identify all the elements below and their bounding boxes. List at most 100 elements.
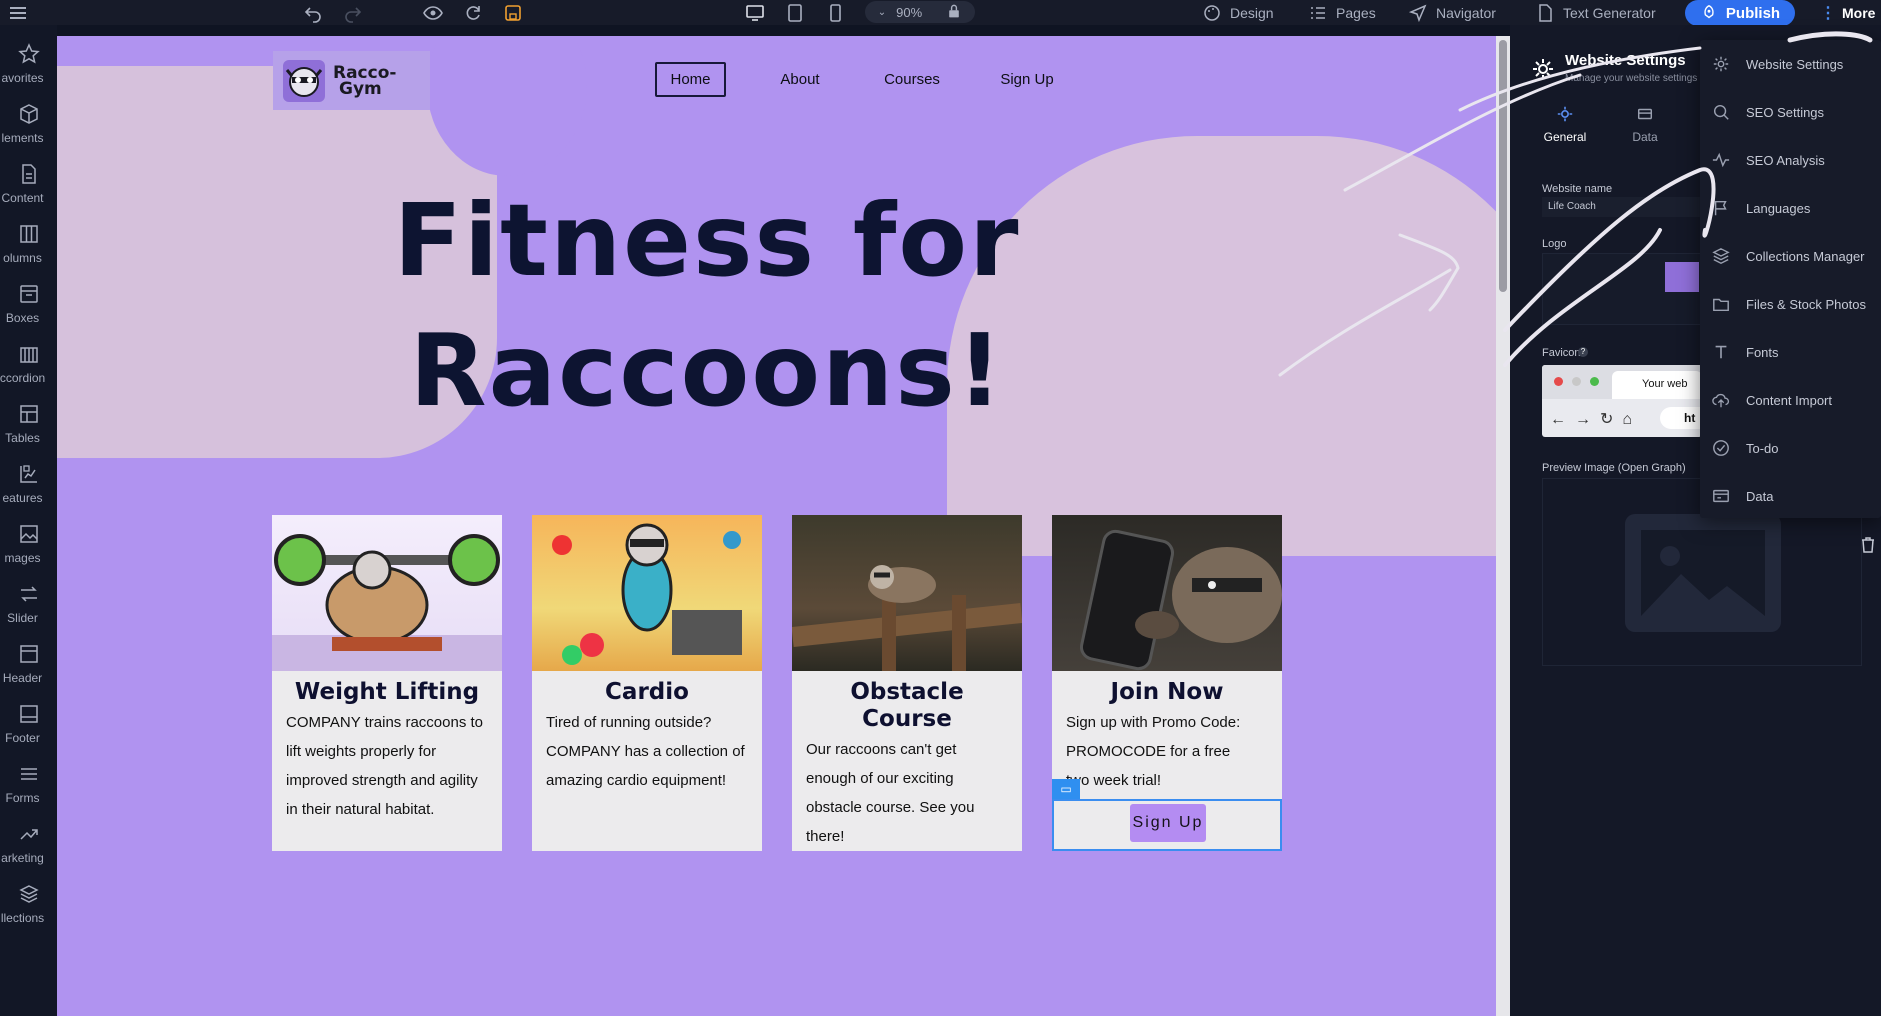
- sidebar-item-images[interactable]: mages: [0, 505, 57, 565]
- more-dropdown-menu: Website Settings SEO Settings SEO Analys…: [1700, 40, 1881, 518]
- card-title: Weight Lifting: [294, 679, 480, 705]
- layers-icon: [1712, 248, 1730, 264]
- menu-item-seo-analysis[interactable]: SEO Analysis: [1700, 136, 1881, 184]
- sidebar-item-label: Footer: [5, 731, 40, 745]
- card-title-line-1: Obstacle: [850, 679, 964, 705]
- help-icon[interactable]: ?: [1578, 347, 1588, 357]
- sidebar-item-label: eatures: [2, 491, 43, 505]
- sidebar-item-columns[interactable]: olumns: [0, 205, 57, 265]
- card-image: [792, 515, 1022, 671]
- sidebar-item-slider[interactable]: Slider: [0, 565, 57, 625]
- image-placeholder-icon: [1625, 514, 1781, 632]
- trend-icon: [19, 829, 38, 840]
- trash-icon[interactable]: [1861, 537, 1875, 553]
- website-name-input[interactable]: Life Coach: [1542, 197, 1702, 217]
- sidebar-item-favorites[interactable]: avorites: [0, 25, 57, 85]
- sidebar-item-header[interactable]: Header: [0, 625, 57, 685]
- table-icon: [19, 405, 38, 423]
- menu-item-languages[interactable]: Languages: [1700, 184, 1881, 232]
- raccoon-logo-icon: [283, 59, 325, 102]
- sign-up-button[interactable]: Sign Up: [1130, 804, 1206, 842]
- sidebar-item-marketing[interactable]: arketing: [0, 805, 57, 865]
- pulse-icon: [1712, 152, 1730, 168]
- data-icon: [1637, 108, 1653, 120]
- publish-button[interactable]: Publish: [1685, 0, 1795, 26]
- logo-upload[interactable]: [1542, 253, 1702, 325]
- data-icon: [1713, 489, 1729, 503]
- menu-item-data[interactable]: Data: [1700, 472, 1881, 520]
- card-weight-lifting[interactable]: Weight Lifting COMPANY trains raccoons t…: [272, 515, 502, 851]
- search-icon: [1713, 104, 1729, 120]
- sidebar-item-footer[interactable]: Footer: [0, 685, 57, 745]
- text-generator-button[interactable]: Text Generator: [1535, 2, 1656, 23]
- maximize-dot-icon: [1590, 377, 1599, 386]
- card-cardio[interactable]: Cardio Tired of running outside? COMPANY…: [532, 515, 762, 851]
- page-canvas[interactable]: Racco- Gym Home About Courses Sign Up Fi…: [57, 36, 1496, 1016]
- card-join-now[interactable]: Join Now Sign up with Promo Code: PROMOC…: [1052, 515, 1282, 851]
- menu-item-files-stock-photos[interactable]: Files & Stock Photos: [1700, 280, 1881, 328]
- menu-item-collections-manager[interactable]: Collections Manager: [1700, 232, 1881, 280]
- logo-text: Racco- Gym: [333, 64, 396, 97]
- menu-item-to-do[interactable]: To-do: [1700, 424, 1881, 472]
- hamburger-menu-icon[interactable]: [8, 2, 28, 23]
- favicon-preview: Your web ←→↻⌂ ht: [1542, 365, 1702, 437]
- card-title: Cardio: [605, 679, 689, 705]
- refresh-icon[interactable]: [463, 2, 483, 23]
- sidebar-item-forms[interactable]: Forms: [0, 745, 57, 805]
- hero-line-1: Fitness for: [393, 182, 1021, 299]
- canvas-scrollbar-thumb[interactable]: [1499, 40, 1507, 292]
- sidebar-item-collections[interactable]: llections: [0, 865, 57, 925]
- nav-home[interactable]: Home: [655, 62, 726, 97]
- folder-icon: [1713, 298, 1729, 312]
- slider-icon: [20, 586, 37, 602]
- nav-courses[interactable]: Courses: [862, 62, 962, 97]
- sidebar-item-label: ccordion: [0, 371, 46, 385]
- logo-label: Logo: [1542, 238, 1567, 250]
- sidebar-item-features[interactable]: eatures: [0, 445, 57, 505]
- sidebar-item-label: Header: [2, 671, 43, 685]
- undo-icon[interactable]: [303, 2, 323, 23]
- desktop-view-icon[interactable]: [745, 2, 765, 23]
- more-button[interactable]: ⋮ More: [1820, 2, 1875, 23]
- menu-item-fonts[interactable]: Fonts: [1700, 328, 1881, 376]
- save-icon[interactable]: [503, 2, 523, 23]
- lock-icon[interactable]: [946, 3, 962, 22]
- tablet-view-icon[interactable]: [785, 2, 805, 23]
- card-obstacle-course[interactable]: Obstacle Course Our raccoons can't get e…: [792, 515, 1022, 851]
- nav-about[interactable]: About: [755, 62, 845, 97]
- footer-icon: [19, 705, 38, 723]
- edit-element-tag[interactable]: ▭: [1052, 779, 1080, 799]
- sidebar-item-content[interactable]: Content: [0, 145, 57, 205]
- design-button[interactable]: Design: [1202, 2, 1274, 23]
- zoom-control[interactable]: ⌄ 90%: [865, 1, 975, 23]
- gear-icon: [1713, 56, 1729, 72]
- navigator-button[interactable]: Navigator: [1408, 2, 1496, 23]
- sidebar-item-label: Boxes: [5, 311, 40, 325]
- favicon-tab-title: Your web: [1612, 371, 1702, 399]
- tab-general[interactable]: General: [1540, 105, 1590, 144]
- sidebar-item-elements[interactable]: lements: [0, 85, 57, 145]
- menu-item-content-import[interactable]: Content Import: [1700, 376, 1881, 424]
- sidebar-item-boxes[interactable]: Boxes: [0, 265, 57, 325]
- gear-icon: [1557, 106, 1573, 122]
- minimize-dot-icon: [1572, 377, 1581, 386]
- nav-sign-up[interactable]: Sign Up: [977, 62, 1077, 97]
- site-logo[interactable]: Racco- Gym: [273, 51, 430, 110]
- document-icon: [21, 164, 36, 184]
- flag-icon: [1714, 200, 1727, 216]
- menu-item-seo-settings[interactable]: SEO Settings: [1700, 88, 1881, 136]
- menu-item-website-settings[interactable]: Website Settings: [1700, 40, 1881, 88]
- redo-icon[interactable]: [343, 2, 363, 23]
- tab-data[interactable]: Data: [1620, 105, 1670, 144]
- sidebar-item-label: mages: [4, 551, 41, 565]
- mobile-view-icon[interactable]: [825, 2, 845, 23]
- pages-button[interactable]: Pages: [1308, 2, 1376, 23]
- header-icon: [19, 645, 38, 663]
- sidebar-item-tables[interactable]: Tables: [0, 385, 57, 445]
- sidebar-item-accordion[interactable]: ccordion: [0, 325, 57, 385]
- tab-general-label: General: [1543, 130, 1587, 144]
- navigation-arrow-icon: [1408, 4, 1427, 22]
- card-body: Our raccoons can't get enough of our exc…: [806, 741, 975, 845]
- preview-eye-icon[interactable]: [423, 2, 443, 23]
- selected-element-outline[interactable]: ▭ Sign Up: [1052, 779, 1282, 851]
